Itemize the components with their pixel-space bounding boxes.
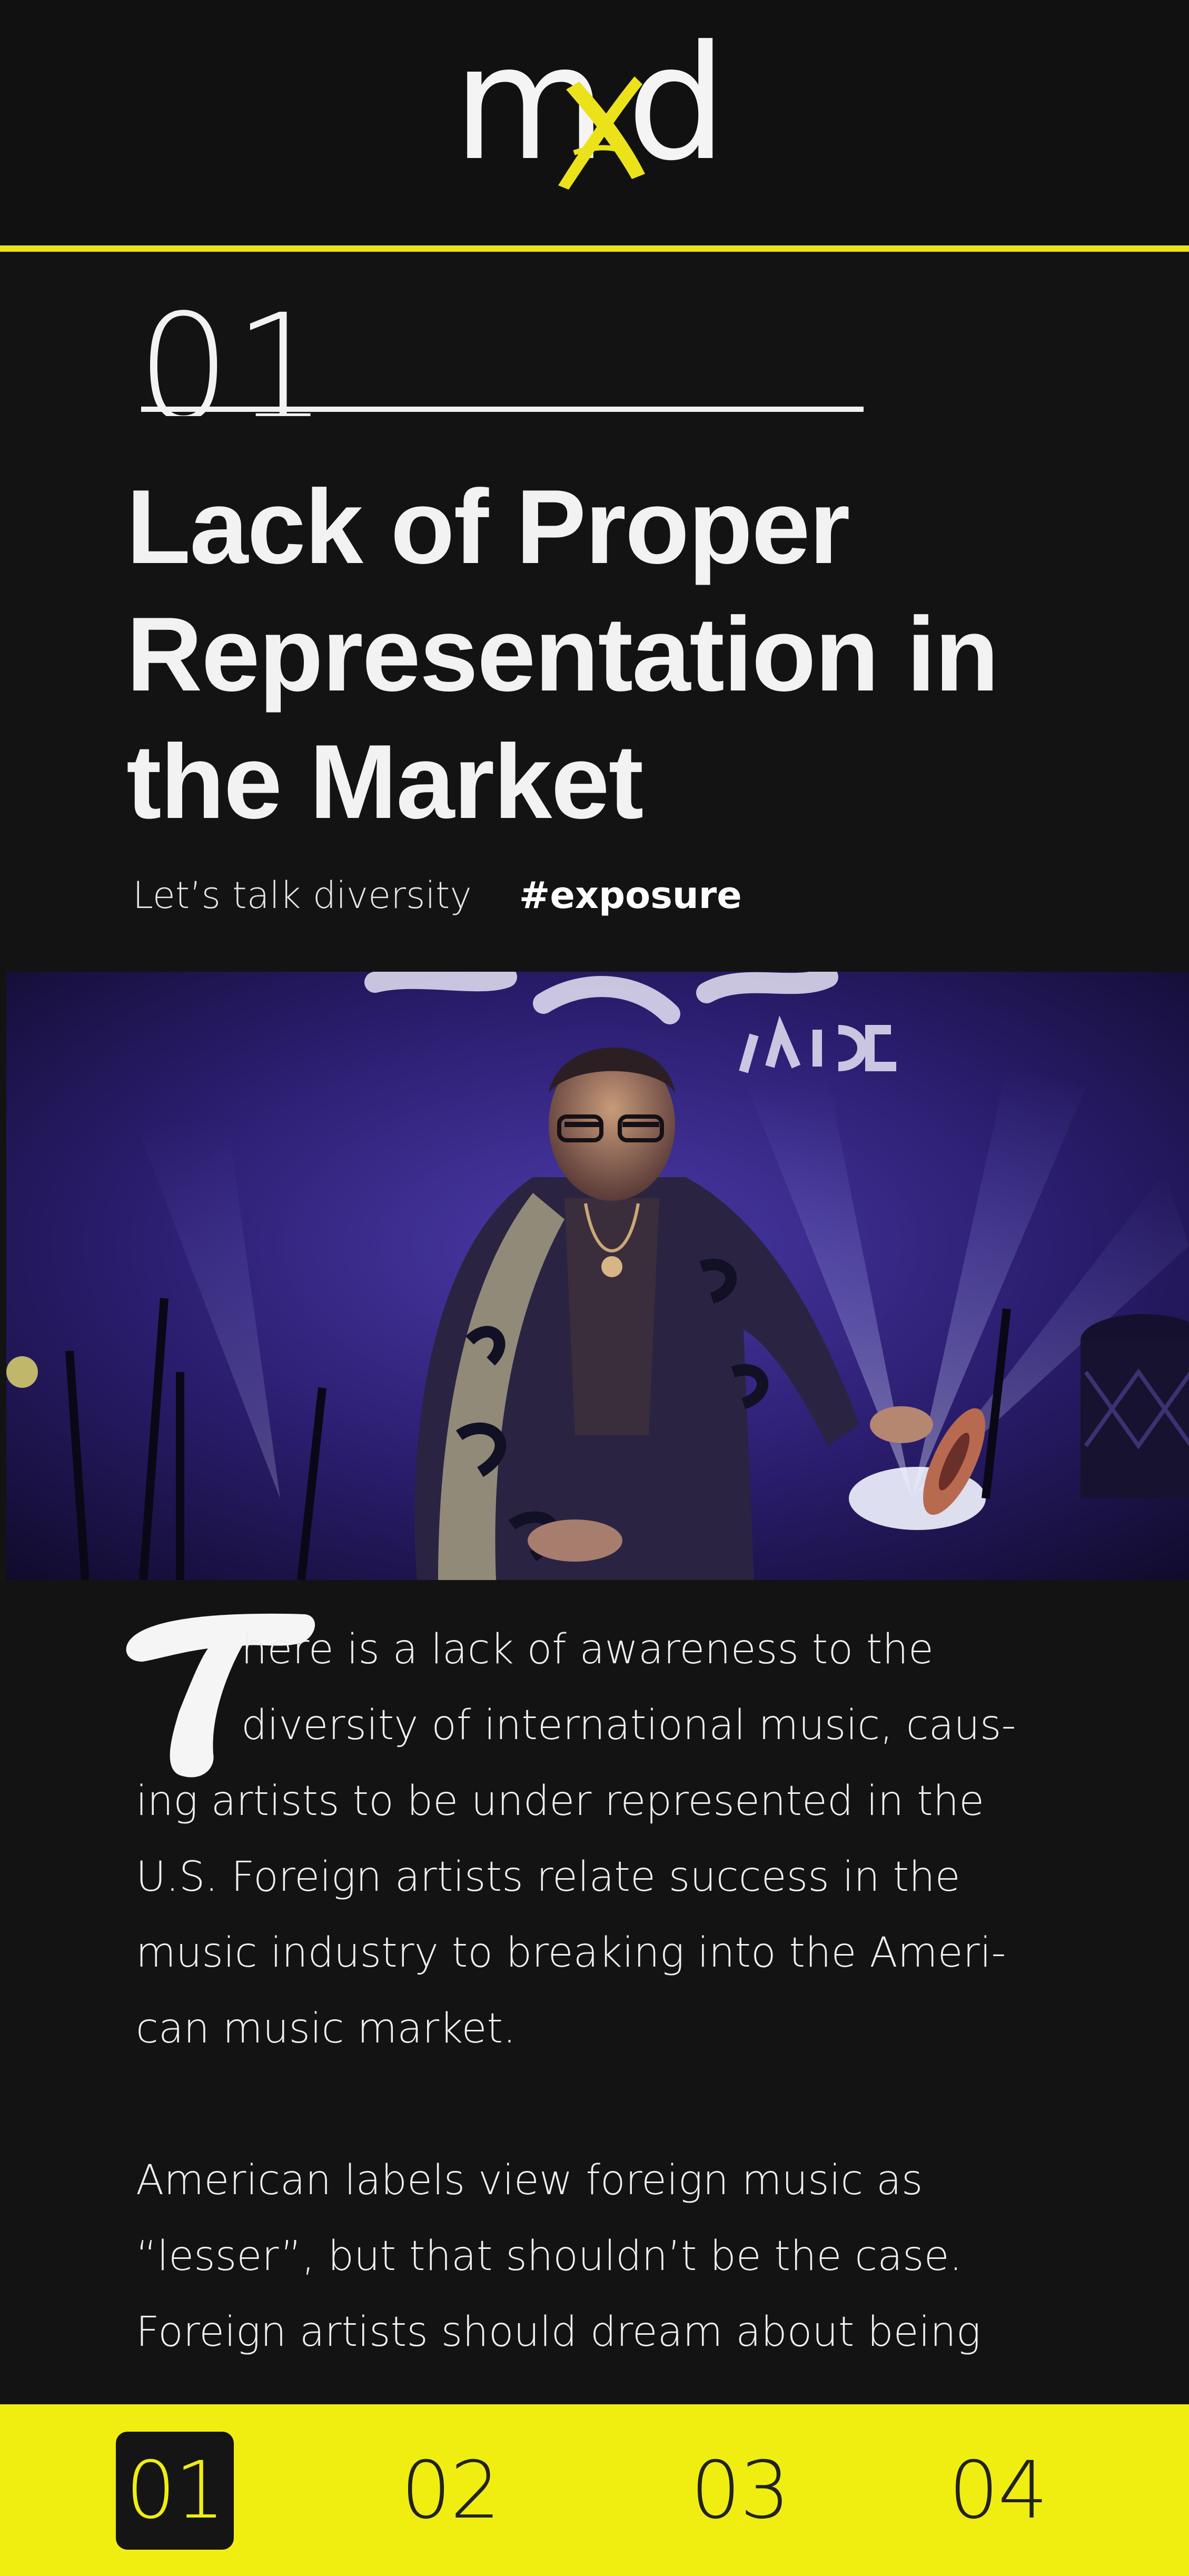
- header-divider: [0, 245, 1189, 252]
- hero-image: [6, 972, 1189, 1580]
- section-number: 01: [137, 295, 337, 416]
- article-title: Lack of Proper Representation in the Mar…: [126, 463, 1074, 846]
- nav-item-02[interactable]: 02: [390, 2432, 511, 2550]
- mxd-logo[interactable]: m d mxd: [453, 21, 716, 200]
- logo-x-mark: m d: [453, 21, 716, 195]
- title-line: the Market: [126, 723, 643, 841]
- body-line: diversity of international music, caus-: [241, 1702, 1016, 1749]
- article-meta: Let’s talk diversity #exposure: [133, 872, 742, 919]
- body-line: ing artists to be under represented in t…: [136, 1778, 985, 1825]
- body-line: “lesser”, but that shouldn’t be the case…: [136, 2233, 963, 2280]
- body-line: here is a lack of awareness to the: [241, 1626, 934, 1673]
- body-line: Foreign artists should dream about being: [136, 2308, 981, 2356]
- section-number-text: 01: [137, 295, 331, 416]
- article-subtitle: Let’s talk diversity: [133, 874, 472, 917]
- nav-item-03[interactable]: 03: [679, 2432, 800, 2550]
- paragraph: American labels view foreign music as “l…: [136, 2143, 1073, 2370]
- article-body: here is a lack of awareness to the diver…: [136, 1612, 1073, 2370]
- title-line: Representation in: [126, 596, 999, 713]
- body-line: music industry to breaking into the Amer…: [136, 1929, 1006, 1977]
- app-header: m d mxd: [0, 0, 1189, 252]
- body-line: U.S. Foreign artists relate success in t…: [136, 1853, 960, 1901]
- hashtag-link[interactable]: #exposure: [519, 874, 742, 917]
- nav-item-04[interactable]: 04: [937, 2432, 1058, 2550]
- section-rule: [141, 407, 864, 412]
- hero-illustration: [6, 972, 1189, 1580]
- paragraph: here is a lack of awareness to the diver…: [136, 1612, 1073, 2067]
- title-line: Lack of Proper: [126, 468, 850, 586]
- body-line: American labels view foreign music as: [136, 2157, 923, 2204]
- body-line: can music market.: [136, 2005, 516, 2052]
- nav-item-01[interactable]: 01: [116, 2432, 234, 2550]
- bottom-nav: 01 02 03 04: [0, 2404, 1189, 2576]
